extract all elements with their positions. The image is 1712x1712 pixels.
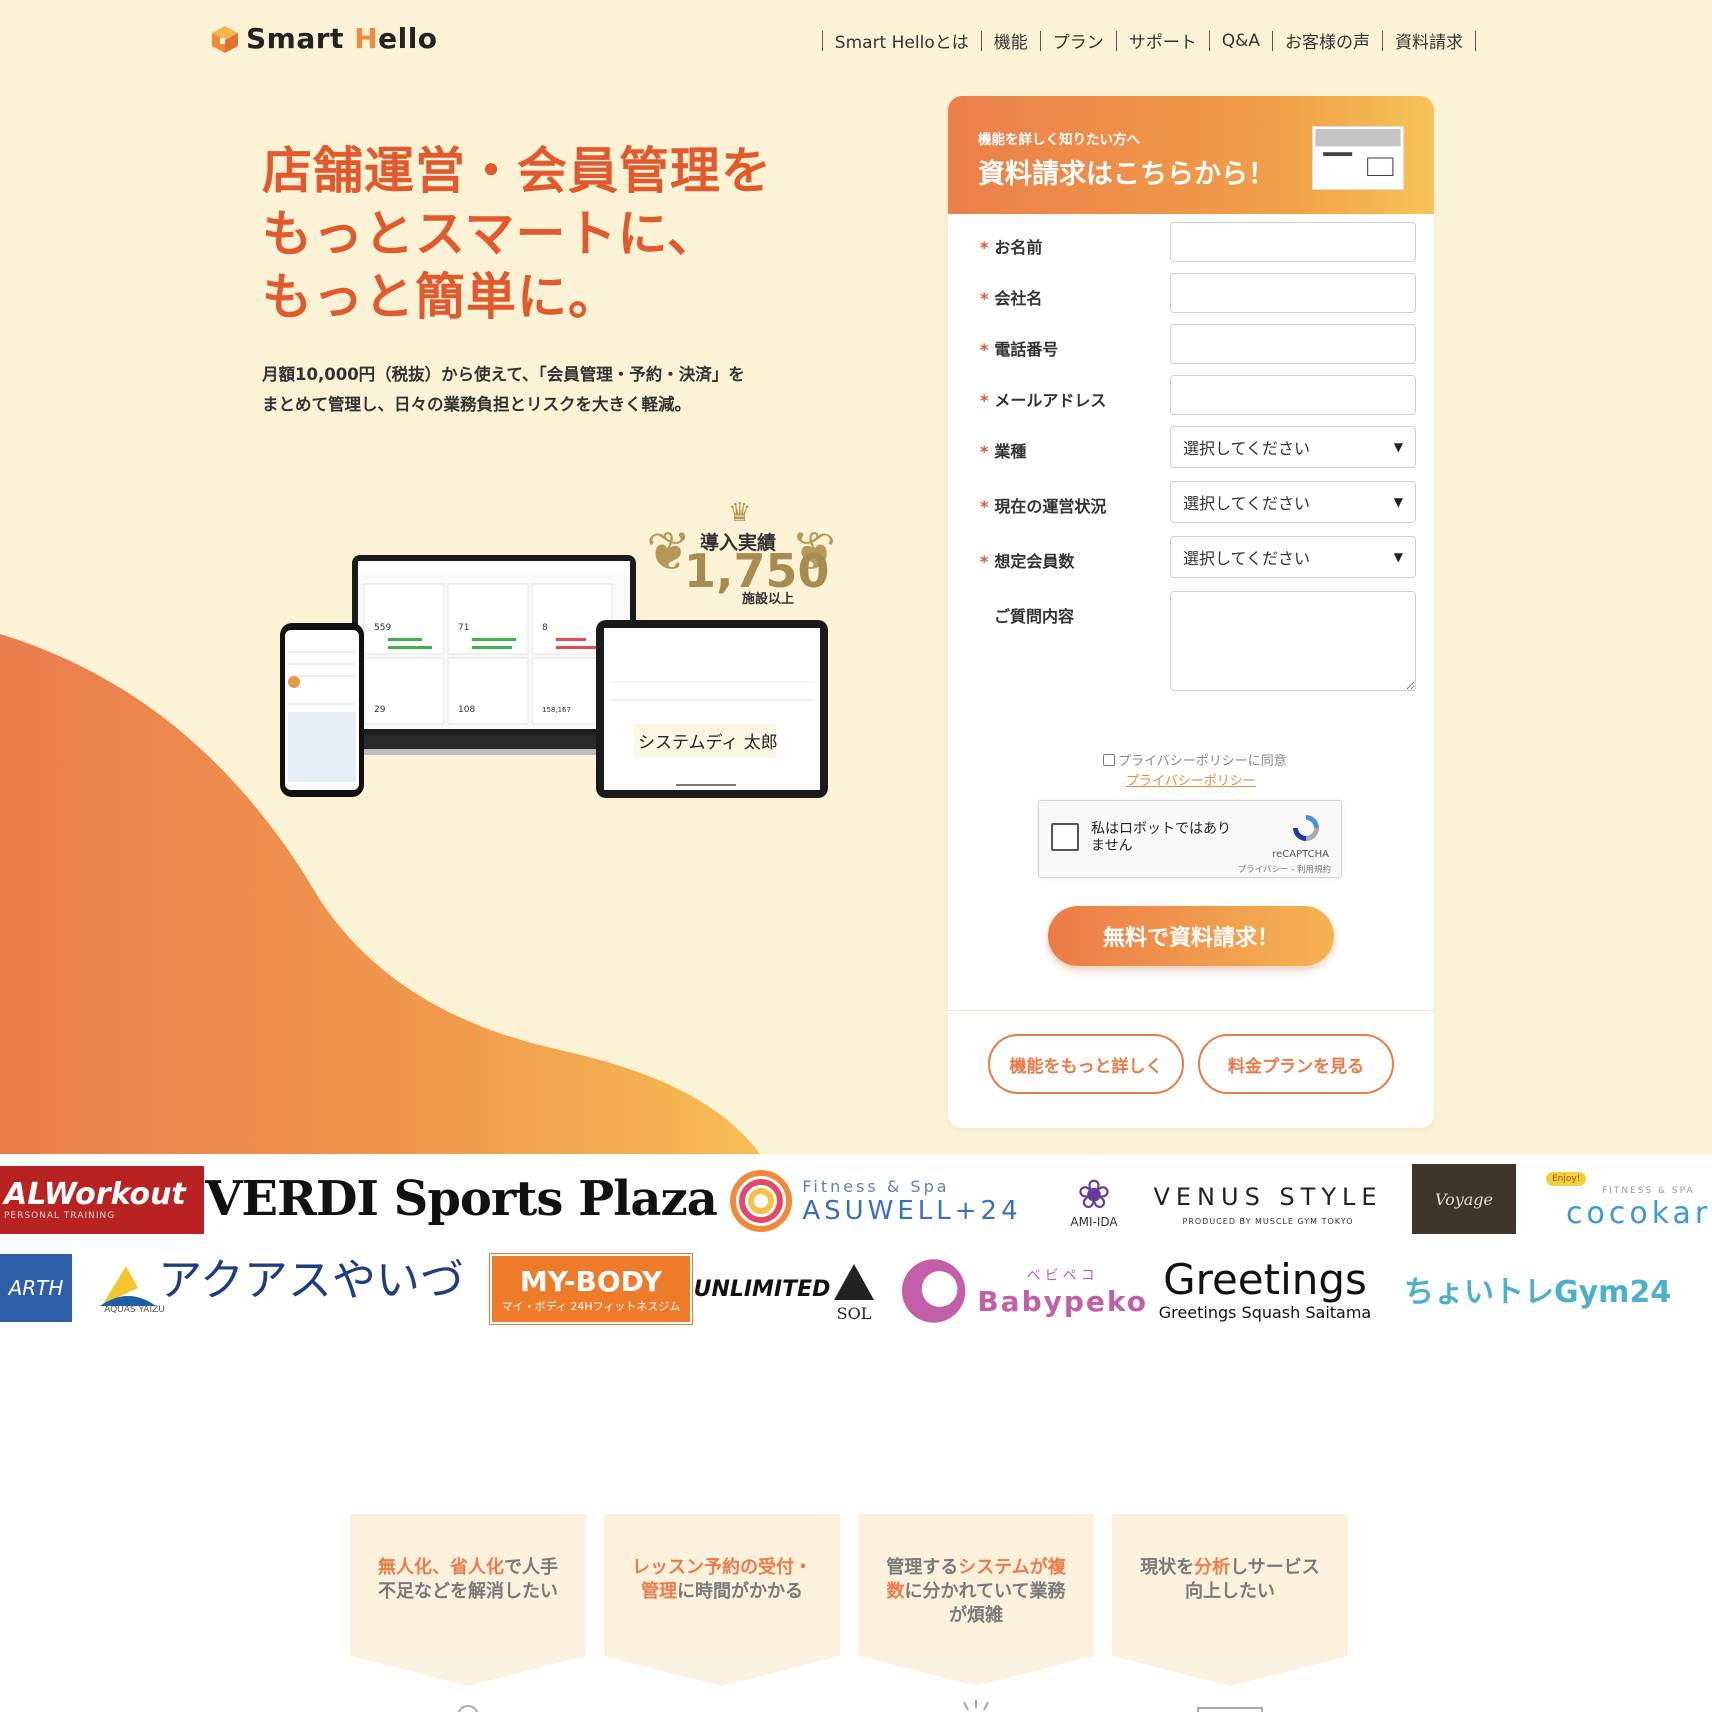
nav-features[interactable]: 機能 bbox=[994, 28, 1028, 53]
logo-amiida: ❀ AMI-IDA bbox=[1070, 1172, 1118, 1229]
nav-request[interactable]: 資料請求 bbox=[1395, 28, 1463, 53]
recaptcha-terms[interactable]: プライバシー - 利用規約 bbox=[1238, 863, 1331, 875]
form-header: 機能を詳しく知りたい方へ 資料請求はこちらから！ bbox=[948, 96, 1434, 214]
logo-my-body: MY-BODY マイ・ボディ 24Hフィットネスジム bbox=[489, 1253, 693, 1325]
recaptcha-label: 私はロボットではありません bbox=[1091, 821, 1231, 854]
logo-venus-style: VENUS STYLE PRODUCED BY MUSCLE GYM TOKYO bbox=[1153, 1182, 1383, 1226]
hero-section: Smart Hello Smart Helloとは 機能 プラン サポート Q&… bbox=[0, 0, 1712, 1154]
recaptcha-icon bbox=[1293, 815, 1319, 841]
logo-unlimited: UNLIMITED bbox=[693, 1276, 831, 1302]
sol-pyramid-icon bbox=[834, 1263, 874, 1300]
submit-request-button[interactable]: 無料で資料請求！ bbox=[1048, 906, 1334, 966]
nav-support[interactable]: サポート bbox=[1129, 28, 1197, 53]
privacy-consent[interactable]: プライバシーポリシーに同意 bbox=[1103, 750, 1287, 769]
phone-input[interactable] bbox=[1170, 324, 1416, 364]
logo-greetings: Greetings Greetings Squash Saitama bbox=[1158, 1254, 1372, 1322]
main-nav: Smart Helloとは 機能 プラン サポート Q&A お客様の声 資料請求 bbox=[810, 28, 1488, 53]
stat-71: 71 bbox=[458, 623, 469, 633]
problems-section: 無人化、省人化で人手 不足などを解消したい レッスン予約の受付・ 管理に時間がか… bbox=[0, 1334, 1712, 1712]
logo-sol: SOL bbox=[826, 1252, 882, 1330]
problem-2-text: レッスン予約の受付・ 管理に時間がかかる bbox=[632, 1557, 812, 1602]
hero-headline: 店舗運営・会員管理を もっとスマートに、 もっと簡単に。 bbox=[262, 142, 772, 326]
features-detail-button[interactable]: 機能をもっと詳しく bbox=[988, 1034, 1184, 1094]
logo-alworkout: ALWorkout PERSONAL TRAINING bbox=[0, 1166, 204, 1234]
logo-asuwell: Fitness & Spa ASUWELL+24 bbox=[716, 1164, 1032, 1238]
recaptcha-widget: 私はロボットではありません reCAPTCHA プライバシー - 利用規約 bbox=[1038, 800, 1342, 878]
nav-qa[interactable]: Q&A bbox=[1222, 31, 1260, 51]
logo-verdi: VERDI Sports Plaza bbox=[205, 1171, 718, 1227]
email-input[interactable] bbox=[1170, 375, 1416, 415]
form-subtitle: 機能を詳しく知りたい方へ bbox=[978, 132, 1140, 148]
problem-3-text: 管理するシステムが複 数に分かれていて業務 が煩雑 bbox=[886, 1557, 1066, 1626]
logo-cube-icon bbox=[212, 25, 238, 53]
logo-cocokara: Enjoy! FITNESS & SPA cocokar bbox=[1546, 1164, 1712, 1238]
stat-8: 8 bbox=[542, 623, 548, 633]
question-textarea[interactable] bbox=[1170, 591, 1416, 691]
members-select[interactable]: 選択してください ▼ bbox=[1170, 536, 1416, 578]
nav-voices[interactable]: お客様の声 bbox=[1285, 28, 1370, 53]
chevron-down-icon: ▼ bbox=[1393, 440, 1403, 454]
signature-text: システムディ 太郎 bbox=[638, 732, 778, 753]
logo-babypeko: ベビペコ Babypeko bbox=[898, 1252, 1148, 1330]
industry-select[interactable]: 選択してください ▼ bbox=[1170, 426, 1416, 468]
recaptcha-checkbox[interactable] bbox=[1051, 823, 1079, 851]
request-form-card: 機能を詳しく知りたい方へ 資料請求はこちらから！ * お名前 * 会社名 * 電話番号… bbox=[948, 96, 1434, 1128]
chevron-down-icon: ▼ bbox=[1393, 495, 1403, 509]
logo-choitore-gym24: ちょいトレGym24 bbox=[1404, 1275, 1672, 1310]
device-mockups: 559 71 8 29 108 158,167 システムディ 太郎 bbox=[280, 555, 828, 798]
brochure-thumbnail bbox=[1312, 126, 1404, 190]
asuwell-swirl-icon bbox=[730, 1170, 793, 1232]
lotus-icon: ❀ bbox=[1077, 1172, 1111, 1218]
logo-text: Smart Hello bbox=[246, 22, 438, 55]
logo[interactable]: Smart Hello bbox=[210, 22, 438, 55]
hero-lead: 月額10,000円（税抜）から使えて、「会員管理・予約・決済」を まとめて管理し… bbox=[262, 365, 745, 414]
stat-108: 108 bbox=[458, 705, 475, 715]
problem-card-2: レッスン予約の受付・ 管理に時間がかかる bbox=[604, 1514, 840, 1712]
nav-about[interactable]: Smart Helloとは bbox=[835, 28, 969, 53]
status-select[interactable]: 選択してください ▼ bbox=[1170, 481, 1416, 523]
stat-29: 29 bbox=[374, 705, 386, 715]
crown-icon: ♛ bbox=[728, 498, 752, 528]
hero-wave-shape bbox=[0, 634, 760, 1154]
privacy-policy-link[interactable]: プライバシーポリシー bbox=[1126, 770, 1256, 789]
company-input[interactable] bbox=[1170, 273, 1416, 313]
problem-1-text: 無人化、省人化で人手 不足などを解消したい bbox=[378, 1557, 558, 1602]
stat-158167: 158,167 bbox=[542, 706, 571, 714]
logo-arth: ARTH bbox=[0, 1254, 72, 1322]
problem-card-3: 管理するシステムが複 数に分かれていて業務 が煩雑 bbox=[858, 1514, 1094, 1712]
consent-checkbox[interactable] bbox=[1103, 754, 1115, 766]
form-title: 資料請求はこちらから！ bbox=[978, 159, 1275, 190]
logo-aquas-yaizu: アクアスやいづ AQUAS YAIZU bbox=[96, 1250, 466, 1322]
chevron-down-icon: ▼ bbox=[1393, 550, 1403, 564]
pricing-plans-button[interactable]: 料金プランを見る bbox=[1198, 1034, 1394, 1094]
baby-face-icon bbox=[901, 1259, 966, 1323]
nav-plans[interactable]: プラン bbox=[1053, 28, 1104, 53]
stat-559: 559 bbox=[374, 623, 391, 633]
recaptcha-brand: reCAPTCHA bbox=[1272, 849, 1329, 860]
logo-voyage: Voyage bbox=[1412, 1164, 1516, 1234]
name-input[interactable] bbox=[1170, 222, 1416, 262]
problem-card-4: 現状を分析しサービス 向上したい bbox=[1112, 1514, 1348, 1712]
problem-card-1: 無人化、省人化で人手 不足などを解消したい bbox=[350, 1514, 586, 1712]
problem-4-text: 現状を分析しサービス 向上したい bbox=[1140, 1557, 1320, 1602]
client-logos-strip: ALWorkout PERSONAL TRAINING VERDI Sports… bbox=[0, 1154, 1712, 1334]
